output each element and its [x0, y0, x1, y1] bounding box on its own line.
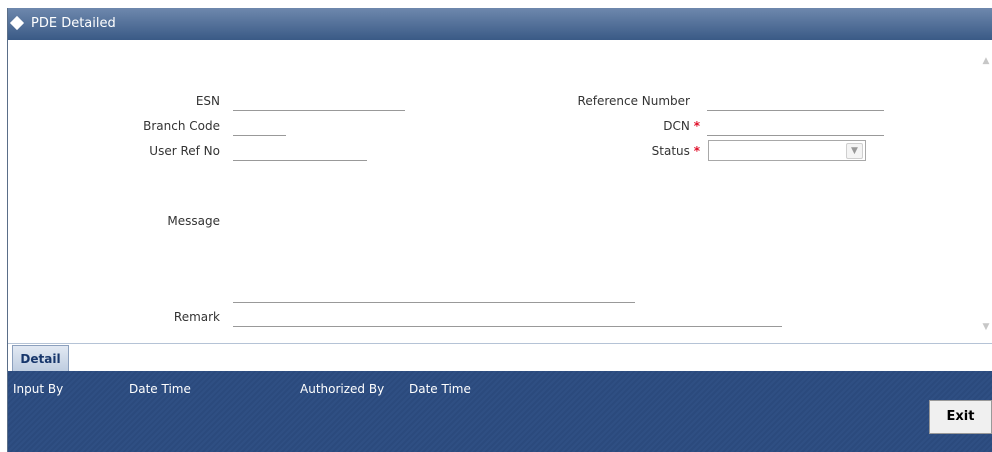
branch-code-field[interactable]	[233, 135, 286, 136]
esn-label: ESN	[195, 94, 220, 108]
audit-footer: Input By Date Time Authorized By Date Ti…	[8, 371, 992, 452]
tab-detail[interactable]: Detail	[12, 345, 69, 373]
esn-field[interactable]	[233, 110, 405, 111]
scroll-down-icon[interactable]: ▼	[981, 322, 991, 334]
scroll-up-icon[interactable]: ▲	[981, 56, 991, 68]
reference-number-field[interactable]	[707, 110, 884, 111]
input-by-label: Input By	[13, 382, 64, 396]
user-ref-no-label: User Ref No	[149, 144, 220, 158]
title-bar[interactable]: PDE Detailed	[8, 8, 992, 40]
pde-detailed-window: PDE Detailed ESN Branch Code User Ref No…	[7, 8, 992, 452]
message-label: Message	[167, 214, 220, 228]
status-select[interactable]: ▼	[708, 140, 866, 161]
form-area: ESN Branch Code User Ref No Reference Nu…	[8, 40, 992, 344]
window-title: PDE Detailed	[31, 16, 116, 31]
date-time-label-1: Date Time	[129, 382, 191, 396]
status-label-text: Status	[651, 144, 690, 158]
dcn-label: DCN *	[608, 119, 700, 133]
exit-button[interactable]: Exit	[929, 400, 992, 434]
dcn-required-marker: *	[693, 119, 700, 133]
date-time-label-2: Date Time	[409, 382, 471, 396]
authorized-by-label: Authorized By	[300, 382, 385, 396]
dcn-field[interactable]	[707, 135, 884, 136]
message-field[interactable]	[233, 302, 635, 303]
diamond-icon	[9, 15, 25, 31]
status-label: Status *	[608, 144, 700, 158]
chevron-down-icon[interactable]: ▼	[846, 143, 863, 159]
branch-code-label: Branch Code	[143, 119, 220, 133]
remark-field[interactable]	[233, 326, 782, 327]
remark-label: Remark	[173, 310, 220, 324]
reference-number-label: Reference Number	[577, 94, 690, 108]
tab-bar: Detail	[8, 343, 992, 373]
dcn-label-text: DCN	[663, 119, 690, 133]
user-ref-no-field[interactable]	[233, 160, 367, 161]
status-required-marker: *	[693, 144, 700, 158]
